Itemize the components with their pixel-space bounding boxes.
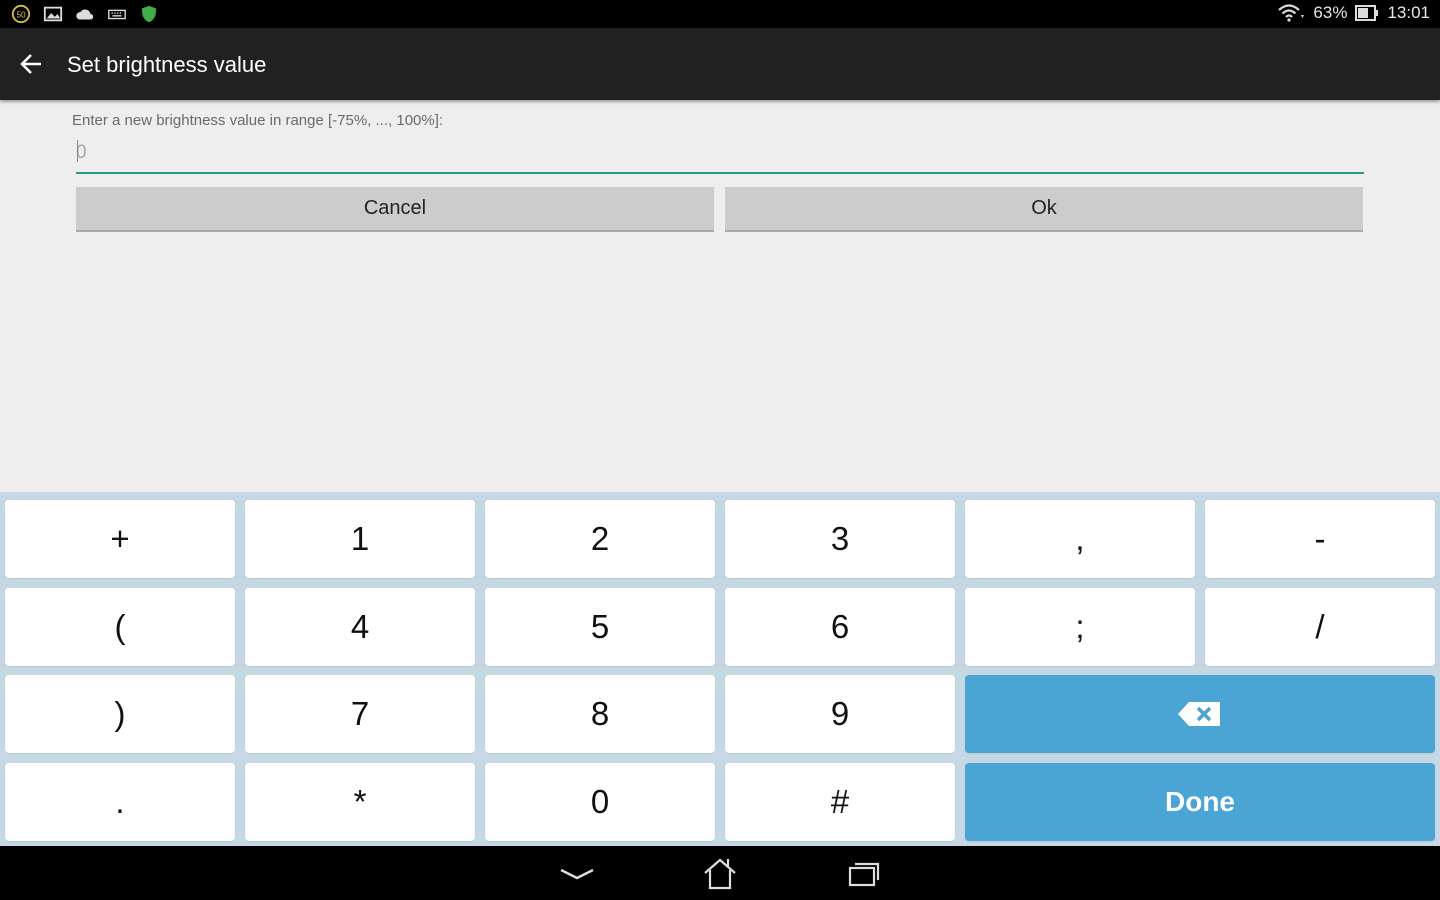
key-close-paren[interactable]: ) — [5, 675, 235, 753]
speed-50-icon: 50 — [11, 4, 31, 24]
navigation-bar — [0, 846, 1440, 900]
key-hash[interactable]: # — [725, 763, 955, 841]
battery-percent: 63% — [1313, 3, 1348, 22]
key-comma[interactable]: , — [965, 500, 1195, 578]
cancel-button[interactable]: Cancel — [76, 187, 714, 232]
key-4[interactable]: 4 — [245, 588, 475, 666]
key-6[interactable]: 6 — [725, 588, 955, 666]
key-semicolon[interactable]: ; — [965, 588, 1195, 666]
key-0[interactable]: 0 — [485, 763, 715, 841]
home-icon — [704, 858, 736, 890]
key-minus[interactable]: - — [1205, 500, 1435, 578]
key-1[interactable]: 1 — [245, 500, 475, 578]
notification-icons: 50 — [10, 4, 160, 24]
action-bar: Set brightness value — [0, 28, 1440, 100]
system-indicators: 63% 13:01 — [1277, 3, 1430, 23]
wifi-icon — [1278, 4, 1305, 22]
shield-icon — [141, 5, 157, 23]
key-7[interactable]: 7 — [245, 675, 475, 753]
image-icon — [43, 6, 63, 22]
numeric-keyboard: + 1 2 3 , - ( 4 5 6 ; / ) 7 8 9 . * 0 # … — [0, 492, 1440, 846]
key-8[interactable]: 8 — [485, 675, 715, 753]
back-button[interactable] — [14, 46, 50, 82]
key-5[interactable]: 5 — [485, 588, 715, 666]
done-key[interactable]: Done — [965, 763, 1435, 841]
back-chevron-icon — [560, 868, 594, 880]
ok-button[interactable]: Ok — [725, 187, 1363, 232]
key-open-paren[interactable]: ( — [5, 588, 235, 666]
key-9[interactable]: 9 — [725, 675, 955, 753]
clock: 13:01 — [1387, 3, 1430, 22]
key-slash[interactable]: / — [1205, 588, 1435, 666]
text-cursor — [77, 140, 78, 162]
nav-back-button[interactable] — [547, 854, 607, 894]
backspace-key[interactable] — [965, 675, 1435, 753]
page-title: Set brightness value — [67, 52, 267, 77]
nav-home-button[interactable] — [690, 854, 750, 894]
arrow-left-icon — [20, 54, 41, 74]
brightness-prompt-label: Enter a new brightness value in range [-… — [72, 112, 444, 129]
key-3[interactable]: 3 — [725, 500, 955, 578]
battery-icon — [1355, 5, 1379, 21]
backspace-icon — [1178, 702, 1220, 726]
key-2[interactable]: 2 — [485, 500, 715, 578]
recents-icon — [848, 862, 880, 887]
svg-text:50: 50 — [16, 11, 26, 20]
keyboard-icon — [108, 9, 126, 20]
brightness-input[interactable] — [76, 134, 1364, 174]
nav-recents-button[interactable] — [834, 854, 894, 894]
key-plus[interactable]: + — [5, 500, 235, 578]
status-bar: 50 63% 13:01 — [0, 0, 1440, 28]
key-period[interactable]: . — [5, 763, 235, 841]
cloud-icon — [76, 9, 94, 20]
key-asterisk[interactable]: * — [245, 763, 475, 841]
